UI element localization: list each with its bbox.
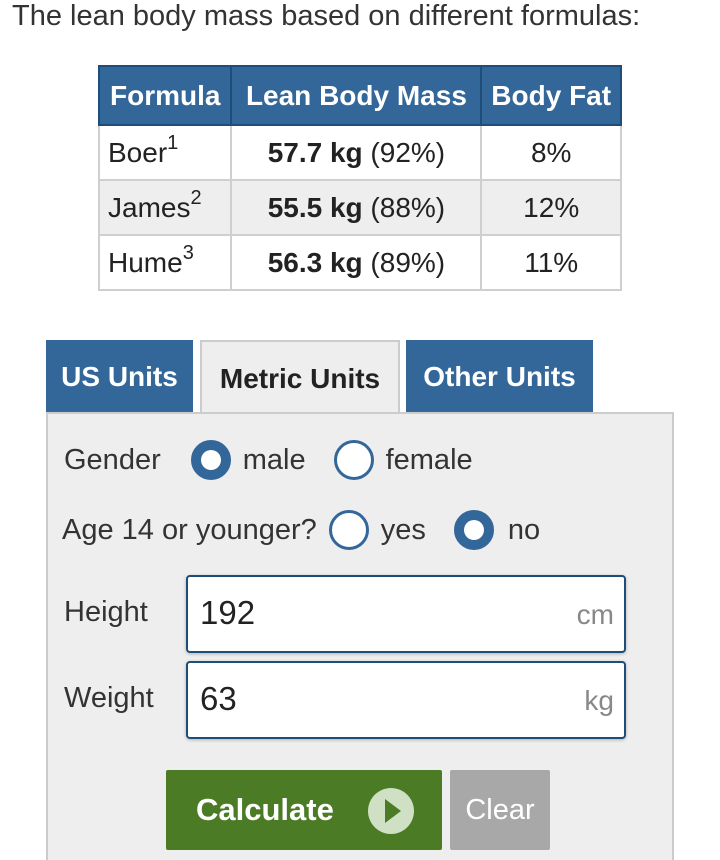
gender-female-label[interactable]: female [386,444,473,477]
age-no-radio[interactable] [453,510,494,550]
gender-row: Gender male female [64,440,473,480]
height-label: Height [64,596,148,628]
age-row: Age 14 or younger? yes no [62,510,540,550]
weight-unit: kg [584,685,614,716]
table-header-row: Formula Lean Body Mass Body Fat [97,65,622,126]
calculate-button[interactable]: Calculate [166,770,442,850]
formula-cell: Hume3 [97,234,233,291]
age-label: Age 14 or younger? [62,513,317,546]
lbm-cell: 56.3 kg (89%) [230,234,483,291]
footnote-marker: 1 [167,131,179,154]
header-body-fat: Body Fat [480,65,622,126]
formula-cell: James2 [97,179,233,236]
lbm-cell: 55.5 kg (88%) [230,179,483,236]
weight-input[interactable]: 63 kg [186,661,626,739]
body-fat-cell: 12% [480,179,622,236]
results-table: Formula Lean Body Mass Body Fat Boer1 57… [97,65,622,291]
age-yes-label[interactable]: yes [381,514,426,547]
weight-label: Weight [64,682,154,714]
gender-male-label[interactable]: male [243,444,306,477]
table-row: Hume3 56.3 kg (89%) 11% [97,234,622,291]
footnote-marker: 2 [190,186,202,209]
header-lean-body-mass: Lean Body Mass [230,65,483,126]
clear-button[interactable]: Clear [450,770,550,850]
table-row: James2 55.5 kg (88%) 12% [97,179,622,236]
calculate-label: Calculate [196,792,334,827]
body-fat-cell: 8% [480,124,622,181]
table-row: Boer1 57.7 kg (92%) 8% [97,124,622,181]
tab-other-units[interactable]: Other Units [406,340,593,414]
tab-metric-units[interactable]: Metric Units [200,340,400,416]
formula-cell: Boer1 [97,124,233,181]
footnote-marker: 3 [182,241,194,264]
header-formula: Formula [97,65,233,126]
weight-value: 63 [200,680,237,717]
lbm-cell: 57.7 kg (92%) [230,124,483,181]
play-icon [368,788,414,834]
gender-female-radio[interactable] [333,440,374,480]
gender-label: Gender [64,443,161,476]
tab-us-units[interactable]: US Units [46,340,193,414]
height-unit: cm [576,599,614,630]
age-yes-radio[interactable] [328,510,369,550]
body-fat-cell: 11% [480,234,622,291]
height-value: 192 [200,594,256,631]
age-no-label[interactable]: no [508,514,540,547]
intro-text: The lean body mass based on different fo… [12,0,641,32]
height-input[interactable]: 192 cm [186,575,626,653]
gender-male-radio[interactable] [190,440,231,480]
